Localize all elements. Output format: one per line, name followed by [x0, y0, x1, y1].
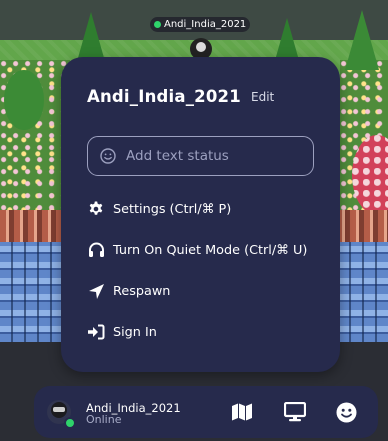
online-dot	[154, 21, 161, 28]
headphones-icon	[87, 241, 105, 259]
player-name-tag: Andi_India_2021	[150, 17, 251, 32]
tree	[345, 10, 379, 70]
emoji-icon	[336, 402, 356, 422]
bottom-bar: Andi_India_2021 Online	[34, 386, 378, 438]
popup-username: Andi_India_2021	[87, 87, 241, 106]
tree	[4, 70, 44, 130]
quiet-mode-menu-item[interactable]: Turn On Quiet Mode (Ctrl/⌘ U)	[87, 239, 307, 261]
map-button[interactable]	[230, 400, 254, 424]
sign-in-label: Sign In	[113, 324, 157, 340]
emoji-button[interactable]	[334, 400, 358, 424]
map-icon	[232, 403, 252, 421]
text-status-field[interactable]	[87, 136, 314, 176]
quiet-mode-label: Turn On Quiet Mode (Ctrl/⌘ U)	[113, 242, 308, 258]
online-status-dot	[64, 417, 76, 429]
screen-share-button[interactable]	[283, 400, 307, 424]
screen-share-icon	[284, 402, 306, 422]
player-name-tag-label: Andi_India_2021	[164, 19, 247, 30]
respawn-label: Respawn	[113, 283, 171, 299]
edit-name-link[interactable]: Edit	[251, 90, 274, 104]
sign-in-menu-item[interactable]: Sign In	[87, 321, 157, 343]
avatar[interactable]	[47, 400, 76, 429]
location-arrow-icon	[87, 282, 105, 300]
respawn-menu-item[interactable]: Respawn	[87, 280, 170, 302]
settings-label: Settings (Ctrl/⌘ P)	[113, 201, 232, 217]
gear-icon	[87, 200, 105, 218]
text-status-input[interactable]	[126, 146, 306, 166]
sign-in-icon	[87, 323, 105, 341]
smile-icon	[100, 148, 116, 164]
user-menu-popup: Andi_India_2021 Edit Settings (Ctrl/⌘ P)	[61, 57, 340, 372]
settings-menu-item[interactable]: Settings (Ctrl/⌘ P)	[87, 198, 231, 220]
bottom-bar-status: Online	[86, 413, 122, 426]
